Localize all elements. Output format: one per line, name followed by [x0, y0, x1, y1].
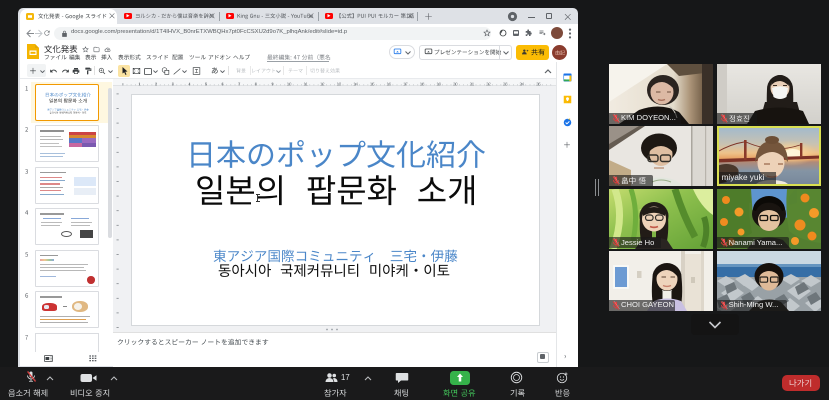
svg-text:17: 17: [403, 81, 408, 86]
svg-text:2: 2: [155, 81, 158, 86]
svg-text:22: 22: [486, 81, 491, 86]
svg-text:19: 19: [436, 81, 441, 86]
svg-text:9: 9: [271, 81, 274, 86]
svg-text:11: 11: [304, 81, 309, 86]
svg-text:24: 24: [519, 81, 524, 86]
svg-text:7: 7: [238, 81, 241, 86]
svg-text:3: 3: [172, 81, 175, 86]
svg-text:21: 21: [470, 81, 475, 86]
svg-text:14: 14: [353, 81, 358, 86]
svg-text:10: 10: [287, 81, 292, 86]
svg-text:23: 23: [503, 81, 508, 86]
svg-text:16: 16: [386, 81, 391, 86]
svg-text:1: 1: [138, 81, 141, 86]
svg-text:13: 13: [337, 81, 342, 86]
svg-text:12: 12: [320, 81, 325, 86]
svg-text:15: 15: [370, 81, 375, 86]
svg-text:4: 4: [188, 81, 191, 86]
svg-text:6: 6: [221, 81, 224, 86]
svg-text:8: 8: [255, 81, 258, 86]
svg-text:20: 20: [453, 81, 458, 86]
svg-text:5: 5: [205, 81, 208, 86]
svg-text:18: 18: [420, 81, 425, 86]
svg-text:25: 25: [536, 81, 541, 86]
